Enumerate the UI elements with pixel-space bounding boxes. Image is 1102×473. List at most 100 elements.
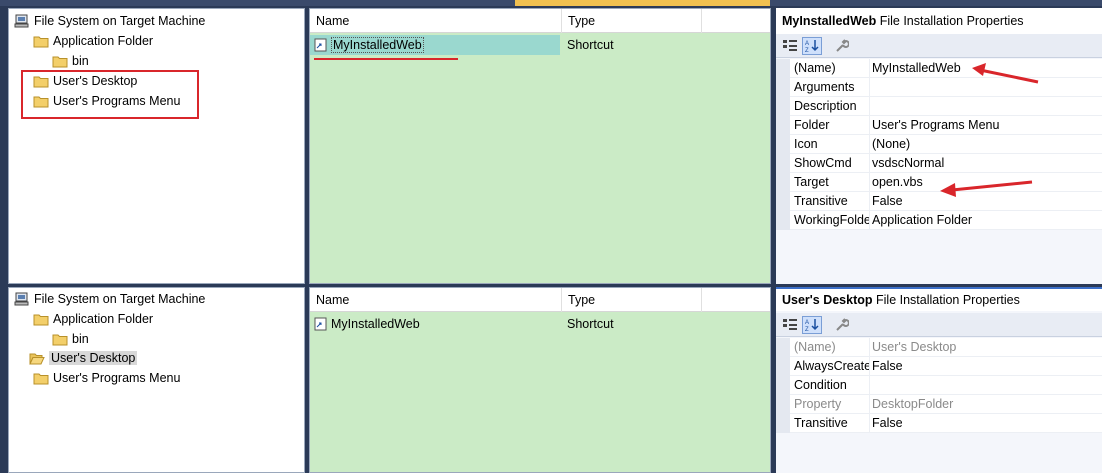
list-row-myinstalledweb[interactable]: MyInstalledWeb Shortcut bbox=[310, 35, 770, 55]
property-pages-button[interactable] bbox=[832, 316, 852, 334]
property-row[interactable]: ShowCmd vsdscNormal bbox=[776, 154, 1102, 173]
tree-item-label: User's Programs Menu bbox=[53, 371, 181, 385]
property-value[interactable]: MyInstalledWeb bbox=[872, 59, 961, 78]
list-item-type: Shortcut bbox=[567, 317, 614, 331]
properties-panel-top: MyInstalledWeb File Installation Propert… bbox=[776, 8, 1102, 284]
shortcut-icon bbox=[314, 317, 327, 331]
alphabetical-button[interactable]: AZ bbox=[802, 316, 822, 334]
tree-item-bin[interactable]: bin bbox=[52, 52, 89, 70]
property-grid: (Name) User's Desktop AlwaysCreate False C… bbox=[776, 338, 1102, 433]
tree-root[interactable]: File System on Target Machine bbox=[14, 290, 205, 308]
properties-object-name: User's Desktop bbox=[782, 293, 873, 307]
property-name: Target bbox=[794, 173, 870, 192]
property-row[interactable]: Condition bbox=[776, 376, 1102, 395]
list-row-myinstalledweb[interactable]: MyInstalledWeb Shortcut bbox=[310, 314, 770, 334]
tree-item-users-desktop[interactable]: User's Desktop bbox=[29, 349, 138, 367]
property-row[interactable]: Folder User's Programs Menu bbox=[776, 116, 1102, 135]
list-header: Name Type bbox=[310, 9, 770, 33]
sort-alphabetical-icon: AZ bbox=[805, 40, 819, 53]
column-header-type[interactable]: Type bbox=[562, 288, 702, 312]
list-item-name: MyInstalledWeb bbox=[331, 317, 420, 331]
property-name: Property bbox=[794, 395, 870, 414]
property-value[interactable]: (None) bbox=[872, 135, 910, 154]
categorized-icon bbox=[783, 40, 797, 51]
property-row[interactable]: AlwaysCreate False bbox=[776, 357, 1102, 376]
tree-root[interactable]: File System on Target Machine bbox=[14, 12, 205, 30]
property-row[interactable]: Property DesktopFolder bbox=[776, 395, 1102, 414]
tree-item-label: User's Desktop bbox=[49, 351, 138, 365]
property-row[interactable]: (Name) User's Desktop bbox=[776, 338, 1102, 357]
tree-item-label: bin bbox=[72, 332, 89, 346]
tree-root-label: File System on Target Machine bbox=[34, 292, 206, 306]
tree-item-users-programs-menu[interactable]: User's Programs Menu bbox=[33, 369, 180, 387]
property-value[interactable]: User's Programs Menu bbox=[872, 116, 999, 135]
file-list-top: Name Type MyInstalledWeb Shortcut bbox=[309, 8, 771, 284]
sort-alphabetical-icon: AZ bbox=[805, 319, 819, 332]
wrench-icon bbox=[836, 39, 849, 52]
shortcut-icon bbox=[314, 38, 327, 52]
red-underline bbox=[314, 58, 458, 60]
property-value[interactable]: False bbox=[872, 192, 903, 211]
property-name: (Name) bbox=[794, 59, 870, 78]
property-value[interactable]: open.vbs bbox=[872, 173, 923, 192]
property-name: Transitive bbox=[794, 192, 870, 211]
property-row[interactable]: (Name) MyInstalledWeb bbox=[776, 59, 1102, 78]
column-header-name[interactable]: Name bbox=[310, 288, 562, 312]
property-row[interactable]: WorkingFolder Application Folder bbox=[776, 211, 1102, 230]
tree-item-label: Application Folder bbox=[53, 312, 154, 326]
properties-object-type: File Installation Properties bbox=[876, 293, 1020, 307]
active-tab-highlight bbox=[515, 0, 770, 6]
properties-object-name: MyInstalledWeb bbox=[782, 14, 877, 28]
property-name: Transitive bbox=[794, 414, 870, 433]
property-value[interactable]: vsdscNormal bbox=[872, 154, 944, 173]
folder-icon bbox=[33, 314, 49, 326]
tree-item-label: Application Folder bbox=[53, 34, 154, 48]
top-tab-strip bbox=[0, 0, 1102, 6]
property-value[interactable]: Application Folder bbox=[872, 211, 972, 230]
svg-text:Z: Z bbox=[805, 48, 809, 53]
properties-object-type: File Installation Properties bbox=[879, 14, 1024, 28]
categorized-button[interactable] bbox=[780, 316, 800, 334]
red-highlight-box bbox=[21, 70, 199, 119]
property-row[interactable]: Description bbox=[776, 97, 1102, 116]
property-value: DesktopFolder bbox=[872, 397, 954, 411]
svg-text:A: A bbox=[805, 320, 809, 326]
property-value[interactable]: False bbox=[872, 414, 903, 433]
property-name: Icon bbox=[794, 135, 870, 154]
folder-icon bbox=[52, 334, 68, 346]
property-row[interactable]: Arguments bbox=[776, 78, 1102, 97]
tree-item-application-folder[interactable]: Application Folder bbox=[33, 310, 153, 328]
folder-icon bbox=[52, 56, 68, 68]
properties-toolbar: AZ bbox=[776, 34, 1102, 58]
red-arrow-icon bbox=[972, 63, 1039, 84]
property-name: Description bbox=[794, 97, 870, 116]
tree-item-bin[interactable]: bin bbox=[52, 330, 89, 348]
property-row[interactable]: Transitive False bbox=[776, 414, 1102, 433]
file-system-tree-bottom: File System on Target Machine Applicatio… bbox=[8, 287, 305, 473]
tree-item-application-folder[interactable]: Application Folder bbox=[33, 32, 153, 50]
folder-icon bbox=[33, 36, 49, 48]
categorized-icon bbox=[783, 319, 797, 330]
folder-icon bbox=[33, 373, 49, 385]
file-system-tree-top: File System on Target Machine Applicatio… bbox=[8, 8, 305, 284]
property-pages-button[interactable] bbox=[832, 37, 852, 55]
property-value[interactable]: False bbox=[872, 357, 903, 376]
svg-text:A: A bbox=[805, 41, 809, 47]
property-name: WorkingFolder bbox=[794, 211, 870, 230]
properties-panel-bottom: User's Desktop File Installation Propert… bbox=[776, 287, 1102, 473]
list-header: Name Type bbox=[310, 288, 770, 312]
categorized-button[interactable] bbox=[780, 37, 800, 55]
alphabetical-button[interactable]: AZ bbox=[802, 37, 822, 55]
column-header-name[interactable]: Name bbox=[310, 9, 562, 33]
computer-icon bbox=[14, 14, 29, 28]
property-row[interactable]: Icon (None) bbox=[776, 135, 1102, 154]
open-folder-icon bbox=[29, 353, 45, 365]
property-name: AlwaysCreate bbox=[794, 357, 870, 376]
red-arrow-icon bbox=[940, 180, 1033, 197]
column-header-type[interactable]: Type bbox=[562, 9, 702, 33]
wrench-icon bbox=[836, 318, 849, 331]
property-name: Arguments bbox=[794, 78, 870, 97]
file-list-bottom: Name Type MyInstalledWeb Shortcut bbox=[309, 287, 771, 473]
properties-title: MyInstalledWeb File Installation Propert… bbox=[776, 8, 1102, 34]
property-name: ShowCmd bbox=[794, 154, 870, 173]
